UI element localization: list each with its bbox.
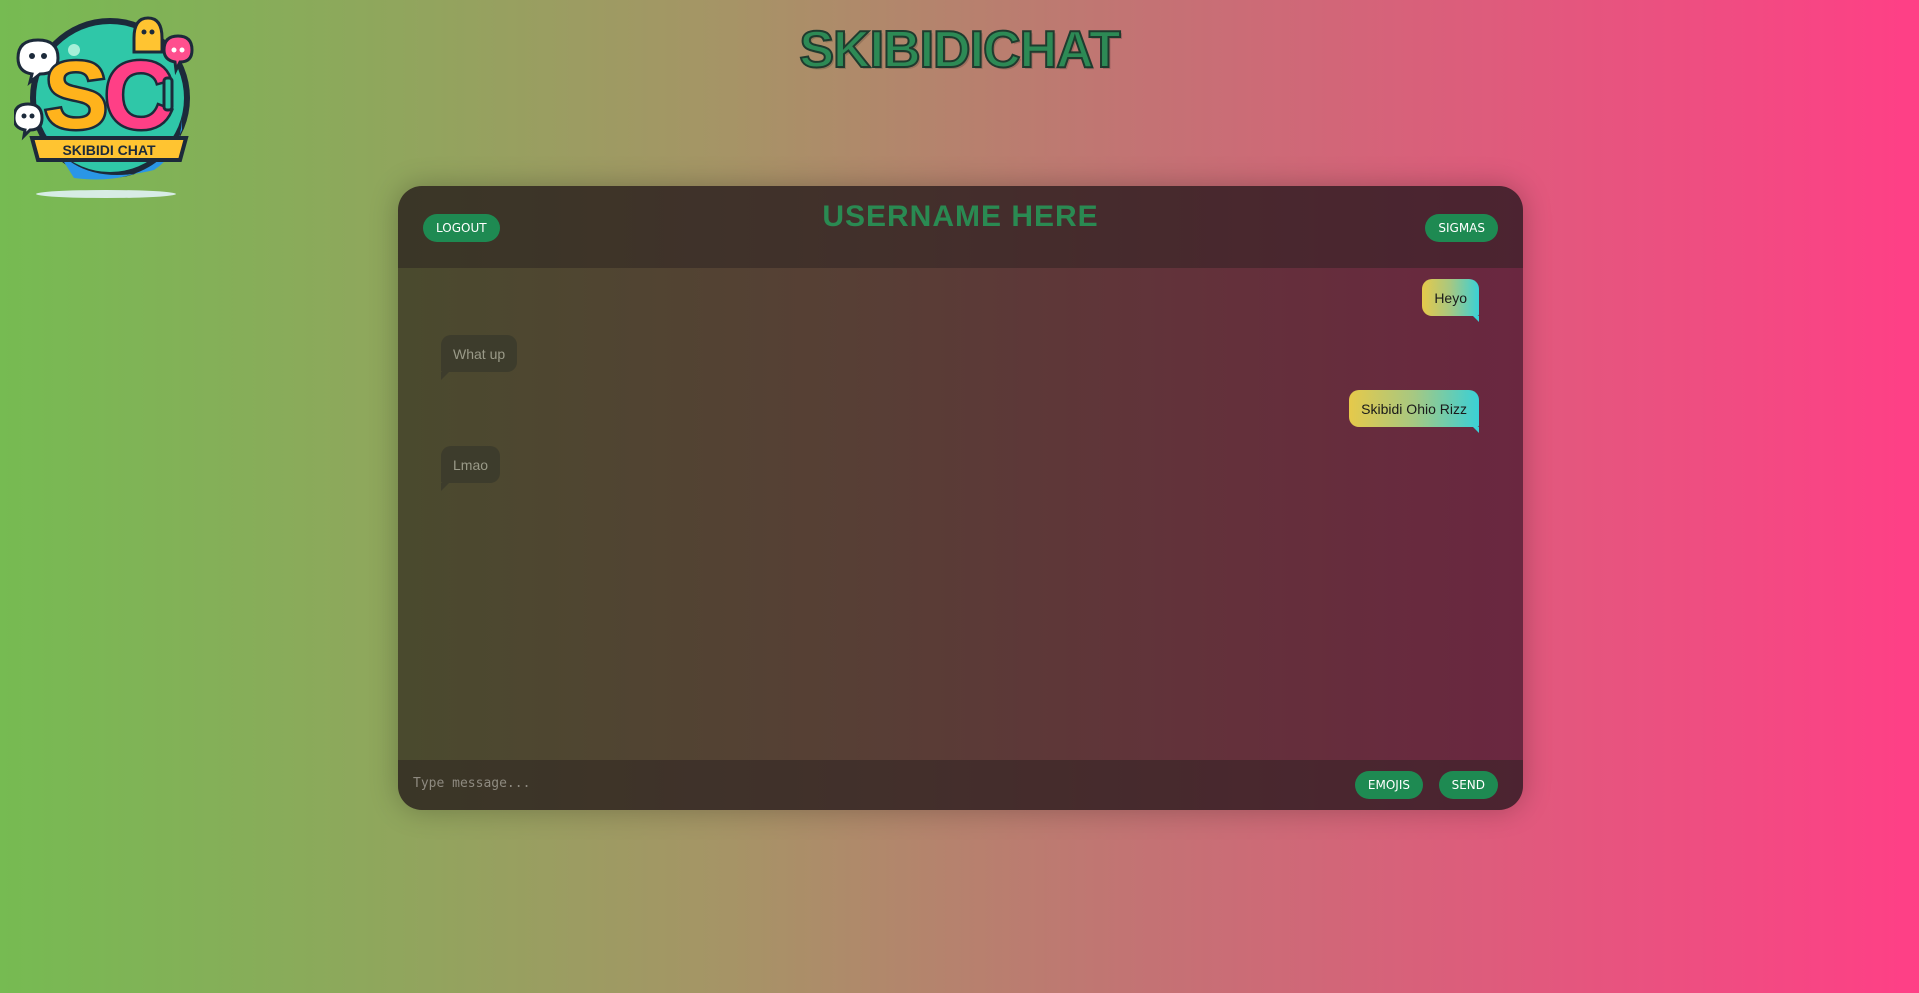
emojis-button[interactable]: EMOJIS xyxy=(1354,771,1423,799)
send-button[interactable]: SEND xyxy=(1438,771,1498,799)
message-composer: EMOJIS SEND xyxy=(398,760,1523,810)
chat-username: USERNAME HERE xyxy=(822,200,1099,233)
message-incoming: Lmao xyxy=(441,446,501,491)
message-incoming: What up xyxy=(441,335,518,380)
message-input[interactable] xyxy=(411,768,1215,798)
message-outgoing: Skibidi Ohio Rizz xyxy=(1349,390,1479,433)
chat-window: LOGOUT USERNAME HERE SIGMAS Heyo What up… xyxy=(398,186,1523,810)
app-title: SKIBIDICHAT xyxy=(798,20,1121,80)
message-outgoing: Heyo xyxy=(1422,279,1479,322)
chat-header: LOGOUT USERNAME HERE SIGMAS xyxy=(398,186,1523,268)
sigmas-button[interactable]: SIGMAS xyxy=(1425,214,1498,242)
logo-text: SKIBIDI CHAT xyxy=(62,142,156,158)
message-list: Heyo What up Skibidi Ohio Rizz Lmao xyxy=(398,268,1523,762)
